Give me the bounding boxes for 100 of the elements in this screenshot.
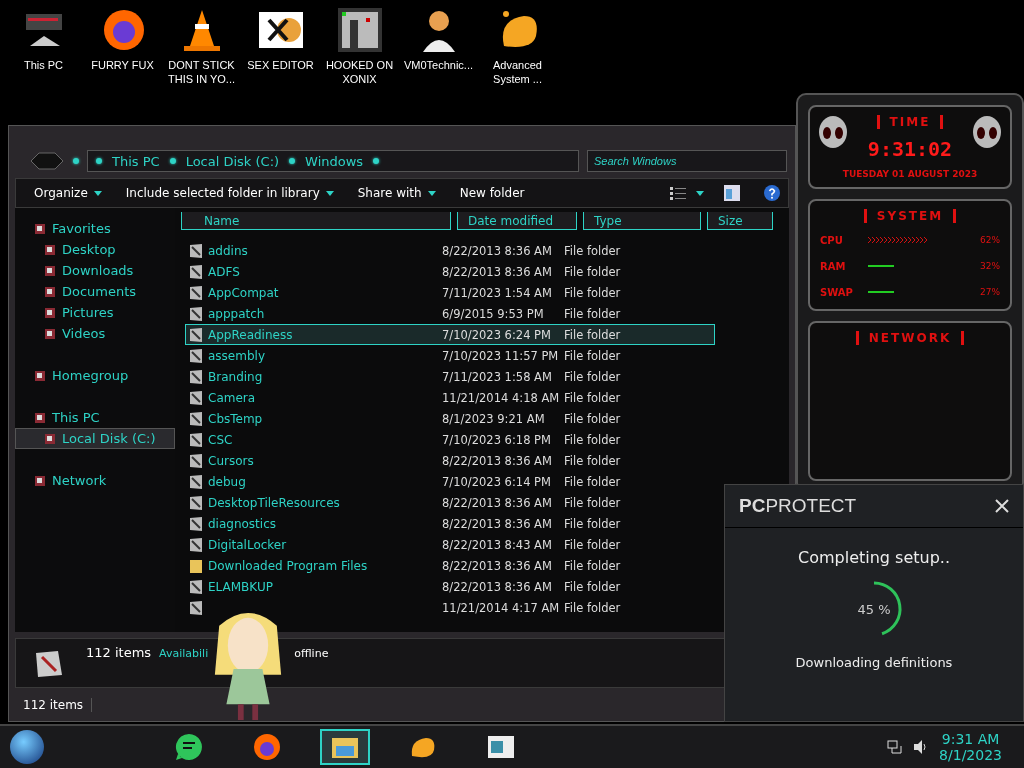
file-row[interactable]: debug 7/10/2023 6:14 PM File folder <box>185 471 715 492</box>
view-icon[interactable] <box>670 186 686 200</box>
toolbar-button[interactable]: New folder <box>449 186 535 200</box>
file-row[interactable]: addins 8/22/2013 8:36 AM File folder <box>185 240 715 261</box>
file-row[interactable]: AppReadiness 7/10/2023 6:24 PM File folder <box>185 324 715 345</box>
type-cell-text: File folder <box>564 306 622 321</box>
file-row[interactable]: Cursors 8/22/2013 8:36 AM File folder <box>185 450 715 471</box>
file-name: DigitalLocker <box>208 537 287 552</box>
start-button[interactable] <box>10 730 44 764</box>
file-row[interactable]: Camera 11/21/2014 4:18 AM File folder <box>185 387 715 408</box>
close-icon[interactable] <box>995 499 1009 513</box>
date-cell-text: 7/10/2023 11:57 PM <box>442 348 560 363</box>
desktop-icon-label[interactable]: Advanced System ... <box>480 58 555 86</box>
type-cell-text: File folder <box>564 600 622 615</box>
progress-percent: 45 % <box>857 601 891 617</box>
network-icon[interactable] <box>887 739 904 755</box>
sidebar-item[interactable]: Local Disk (C:) <box>15 428 175 449</box>
breadcrumb[interactable]: Windows <box>305 153 364 169</box>
desktop-icon-label[interactable]: FURRY FUX <box>91 58 154 72</box>
date-cell-text: 8/22/2013 8:36 AM <box>442 558 553 573</box>
date-cell-text: 7/11/2023 1:58 AM <box>442 369 553 384</box>
file-name: CbsTemp <box>208 411 263 426</box>
toolbar-button[interactable]: Organize <box>24 186 112 200</box>
clock-date: TUESDAY 01 AUGUST 2023 <box>842 169 978 179</box>
clock[interactable]: 9:31 AM 8/1/2023 <box>939 731 1002 763</box>
file-row[interactable]: ADFS 8/22/2013 8:36 AM File folder <box>185 261 715 282</box>
sidebar-item[interactable]: Pictures <box>15 302 175 323</box>
type-cell-text: File folder <box>564 285 622 300</box>
folder-icon <box>190 411 202 426</box>
file-row[interactable]: CbsTemp 8/1/2023 9:21 AM File folder <box>185 408 715 429</box>
back-icon[interactable] <box>29 151 65 171</box>
file-row[interactable]: Downloaded Program Files 8/22/2013 8:36 AM File folder <box>185 555 715 576</box>
column-header[interactable]: Date modified <box>457 212 577 230</box>
file-row[interactable]: Branding 7/11/2023 1:58 AM File folder <box>185 366 715 387</box>
date-cell-text: 11/21/2014 4:18 AM <box>442 390 561 405</box>
file-row[interactable]: CSC 7/10/2023 6:18 PM File folder <box>185 429 715 450</box>
sidebar-item[interactable]: Desktop <box>15 239 175 260</box>
dialog-title: PCPROTECT <box>739 495 857 517</box>
sidebar-item[interactable]: Documents <box>15 281 175 302</box>
file-row[interactable]: 11/21/2014 4:17 AM File folder <box>185 597 715 618</box>
date-cell-text: 7/10/2023 6:24 PM <box>442 327 552 342</box>
date-cell-text: 7/11/2023 1:54 AM <box>442 285 553 300</box>
alien-icon <box>972 115 1002 149</box>
file-row[interactable]: assembly 7/10/2023 11:57 PM File folder <box>185 345 715 366</box>
sidebar-item[interactable]: Favorites <box>15 218 175 239</box>
chat-icon <box>174 732 204 762</box>
sidebar-item[interactable]: Network <box>15 470 175 491</box>
file-row[interactable]: AppCompat 7/11/2023 1:54 AM File folder <box>185 282 715 303</box>
column-header[interactable]: Size <box>707 212 773 230</box>
breadcrumb[interactable]: This PC <box>112 153 160 169</box>
file-name: Downloaded Program Files <box>208 558 368 573</box>
node-icon <box>34 411 46 424</box>
type-cell-text: File folder <box>564 558 622 573</box>
toolbar-button[interactable]: Include selected folder in library <box>115 186 344 200</box>
desktop-icon-label[interactable]: SEX EDITOR <box>247 58 314 72</box>
type-cell-text: File folder <box>564 432 622 447</box>
panel-title: TIME <box>876 115 944 129</box>
node-icon <box>44 285 56 298</box>
caret-icon[interactable] <box>696 190 704 196</box>
date-cell-text: 8/22/2013 8:36 AM <box>442 453 553 468</box>
sidebar-item[interactable]: Homegroup <box>15 365 175 386</box>
folder-icon <box>190 474 202 489</box>
column-header[interactable]: Type <box>583 212 701 230</box>
file-name: Camera <box>208 390 256 405</box>
desktop-icon-label[interactable]: HOOKED ON XONIX <box>322 58 397 86</box>
folder-icon <box>190 558 202 573</box>
sidebar-item[interactable]: Downloads <box>15 260 175 281</box>
address-bar[interactable]: This PC Local Disk (C:) Windows <box>87 150 579 172</box>
caret-icon <box>93 190 102 196</box>
file-row[interactable]: apppatch 6/9/2015 9:53 PM File folder <box>185 303 715 324</box>
date-cell-text: 11/21/2014 4:17 AM <box>442 600 561 615</box>
node-icon <box>44 432 56 445</box>
desktop-icon-label[interactable]: This PC <box>23 58 64 72</box>
file-row[interactable]: DesktopTileResources 8/22/2013 8:36 AM File folder <box>185 492 715 513</box>
type-cell-text: File folder <box>564 348 622 363</box>
desktop-icon-label[interactable]: VM0Technic... <box>403 58 474 72</box>
help-icon[interactable] <box>764 185 780 201</box>
meter-reading: 27% <box>979 287 1000 297</box>
type-cell-text: File folder <box>564 390 622 405</box>
taskbar-app[interactable] <box>320 729 370 765</box>
folder-icon <box>190 537 202 552</box>
file-row[interactable]: diagnostics 8/22/2013 8:36 AM File folder <box>185 513 715 534</box>
desktop-icon-label[interactable]: DONT STICK THIS IN YO... <box>164 58 239 86</box>
sidebar-item[interactable]: This PC <box>15 407 175 428</box>
file-row[interactable]: DigitalLocker 8/22/2013 8:43 AM File folder <box>185 534 715 555</box>
date-cell-text: 8/22/2013 8:36 AM <box>442 516 553 531</box>
file-name: debug <box>208 474 246 489</box>
folder-icon <box>190 327 202 342</box>
clock-time: 9:31:02 <box>867 137 953 161</box>
date-cell-text: 8/22/2013 8:36 AM <box>442 579 553 594</box>
search-field[interactable]: Search Windows <box>587 150 787 172</box>
availability-value: offline <box>294 647 329 660</box>
breadcrumb[interactable]: Local Disk (C:) <box>185 153 280 169</box>
file-row[interactable]: ELAMBKUP 8/22/2013 8:36 AM File folder <box>185 576 715 597</box>
toolbar-button[interactable]: Share with <box>347 186 446 200</box>
type-cell-text: File folder <box>564 537 622 552</box>
node-icon <box>34 222 46 235</box>
column-header[interactable]: Name <box>181 212 451 230</box>
folder-icon <box>190 390 202 405</box>
sidebar-item[interactable]: Videos <box>15 323 175 344</box>
